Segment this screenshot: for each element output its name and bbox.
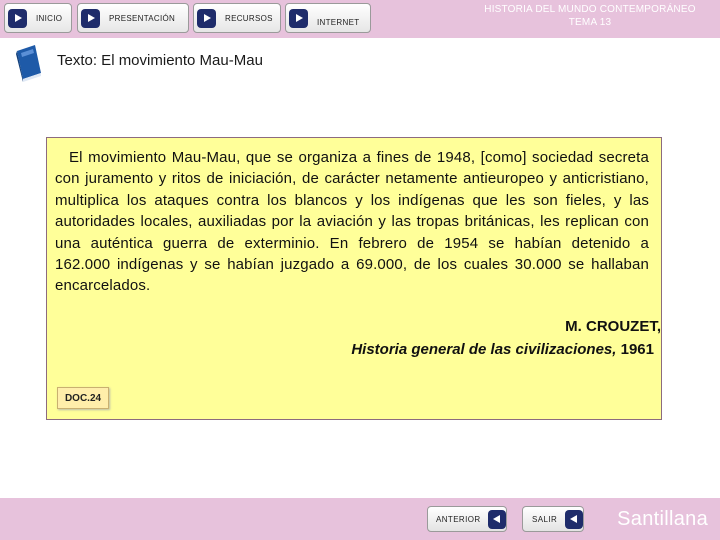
back-arrow-icon (487, 509, 506, 529)
document-source: Historia general de las civilizaciones, … (351, 341, 654, 358)
nav-inicio-label: INICIO (36, 13, 63, 23)
top-navigation-bar: INICIO PRESENTACIÓN RECURSOS INTERNET HI… (0, 0, 720, 38)
play-arrow-icon (197, 8, 216, 28)
play-arrow-icon (289, 8, 308, 28)
nav-inicio-button[interactable]: INICIO (4, 3, 72, 33)
header-title-line1: HISTORIA DEL MUNDO CONTEMPORÁNEO (484, 4, 696, 15)
brand-logo: Santillana (617, 508, 708, 530)
book-icon (13, 43, 45, 83)
anterior-button[interactable]: ANTERIOR (427, 506, 507, 532)
nav-recursos-button[interactable]: RECURSOS (193, 3, 281, 33)
header-title-line2: TEMA 13 (568, 17, 612, 28)
back-arrow-icon (565, 509, 583, 529)
nav-internet-button[interactable]: INTERNET (285, 3, 371, 33)
document-book-year: 1961 (620, 341, 654, 358)
nav-presentacion-button[interactable]: PRESENTACIÓN (77, 3, 189, 33)
document-box: El movimiento Mau-Mau, que se organiza a… (46, 137, 662, 420)
nav-recursos-label: RECURSOS (225, 13, 273, 23)
document-author: M. CROUZET, (565, 318, 661, 335)
nav-internet-label: INTERNET (317, 17, 360, 27)
salir-label: SALIR (532, 514, 558, 524)
bottom-bar: ANTERIOR SALIR Santillana (0, 498, 720, 540)
document-text: El movimiento Mau-Mau, que se organiza a… (55, 149, 649, 295)
anterior-label: ANTERIOR (436, 514, 481, 524)
salir-button[interactable]: SALIR (522, 506, 584, 532)
play-arrow-icon (81, 8, 100, 28)
section-title: Texto: El movimiento Mau-Mau (57, 52, 263, 69)
nav-presentacion-label: PRESENTACIÓN (109, 13, 176, 23)
document-tag: DOC.24 (57, 387, 109, 409)
document-book-title: Historia general de las civilizaciones, (351, 341, 617, 358)
play-arrow-icon (8, 8, 27, 28)
page-header-title: HISTORIA DEL MUNDO CONTEMPORÁNEO TEMA 13 (445, 3, 720, 29)
